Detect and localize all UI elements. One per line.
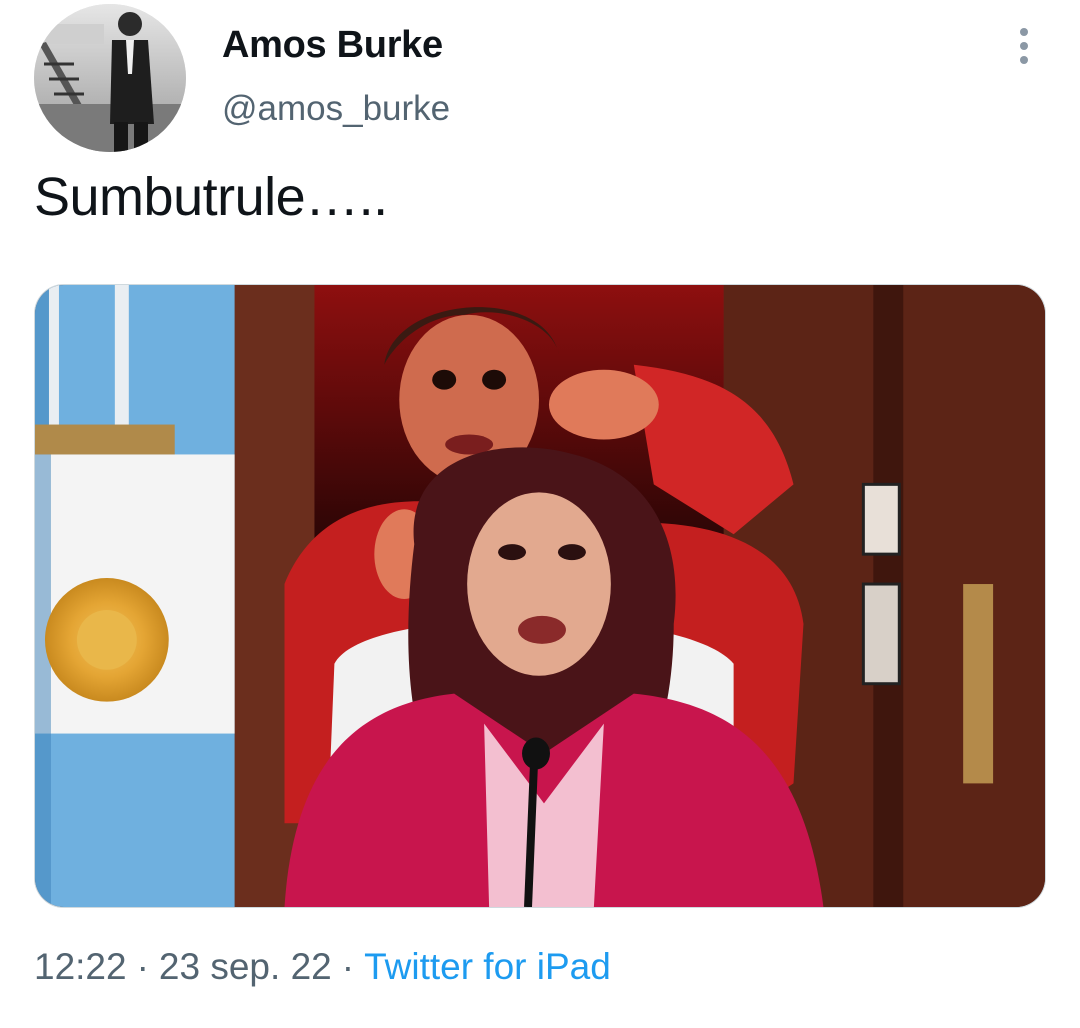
avatar-image <box>34 4 186 152</box>
more-options-button[interactable] <box>1006 24 1042 68</box>
tweet-date[interactable]: 23 sep. 22 <box>159 946 332 987</box>
author-display-name[interactable]: Amos Burke <box>222 24 443 67</box>
tweet-text: Sumbutrule….. <box>34 167 388 227</box>
meta-separator: · <box>136 946 149 987</box>
tweet: Amos Burke @amos_burke Sumbutrule….. 12:… <box>0 0 1080 1028</box>
more-vertical-icon <box>1020 28 1028 36</box>
author-handle[interactable]: @amos_burke <box>222 89 450 129</box>
tweet-media-photo[interactable] <box>34 284 1046 908</box>
avatar[interactable] <box>34 4 186 152</box>
photo-image <box>35 285 1045 907</box>
tweet-time[interactable]: 12:22 <box>34 946 127 987</box>
tweet-source-link[interactable]: Twitter for iPad <box>364 946 611 987</box>
meta-separator: · <box>341 946 355 987</box>
tweet-meta: 12:22 · 23 sep. 22 · Twitter for iPad <box>34 946 611 988</box>
